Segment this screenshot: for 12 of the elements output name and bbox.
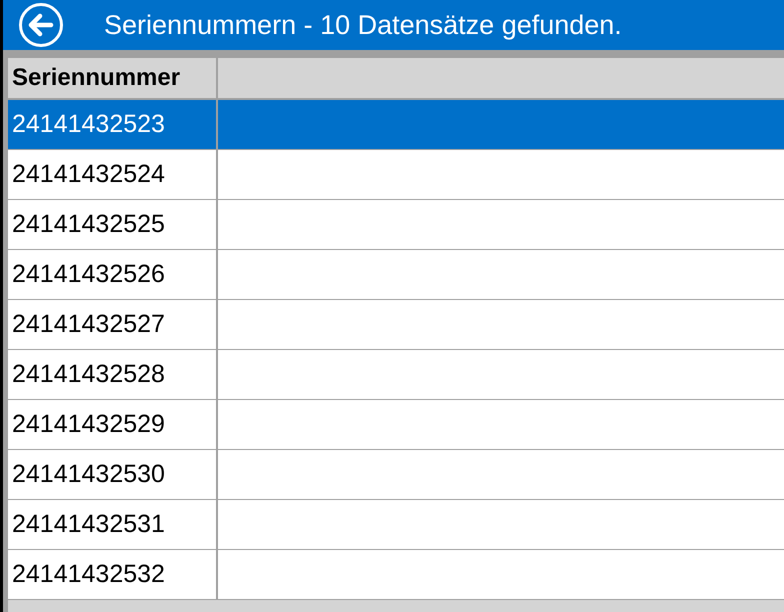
table-row[interactable]: 24141432524	[8, 150, 784, 200]
table-row[interactable]: 24141432525	[8, 200, 784, 250]
table-row[interactable]: 24141432530	[8, 450, 784, 500]
table-row[interactable]: 24141432531	[8, 500, 784, 550]
table-row[interactable]: 24141432528	[8, 350, 784, 400]
table-row[interactable]: 24141432532	[8, 550, 784, 600]
table-row[interactable]: 24141432526	[8, 250, 784, 300]
page-title: Seriennummern - 10 Datensätze gefunden.	[104, 10, 622, 40]
back-button[interactable]	[18, 2, 64, 48]
table-row[interactable]: 24141432527	[8, 300, 784, 350]
table-row[interactable]: 24141432523	[8, 100, 784, 150]
table-row[interactable]: 24141432529	[8, 400, 784, 450]
